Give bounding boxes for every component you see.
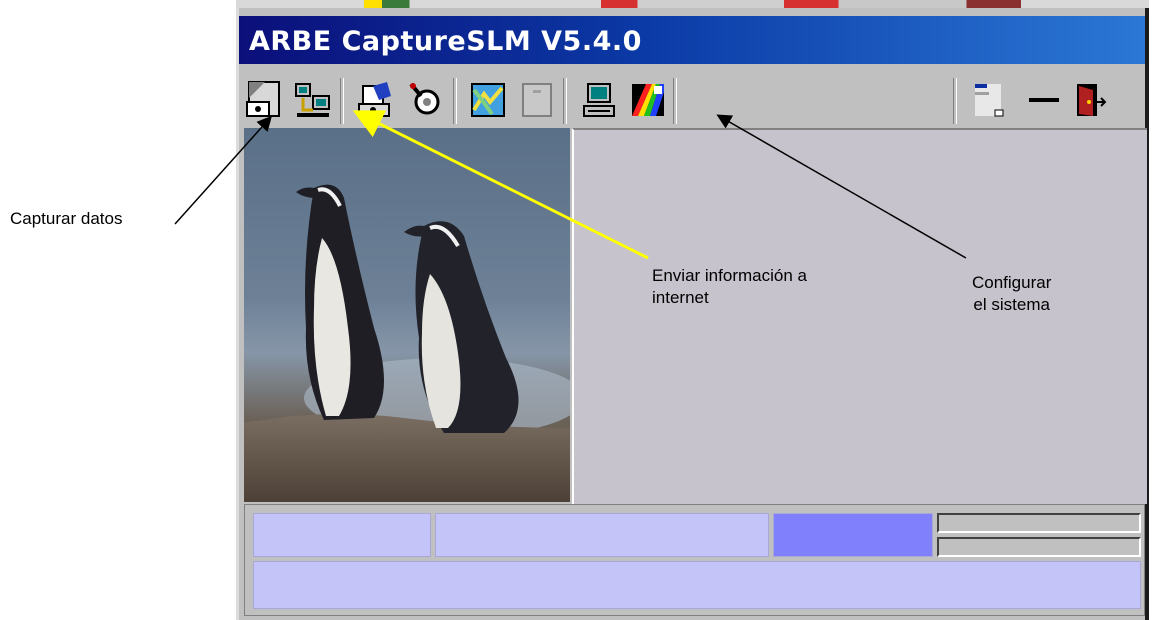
blank-page-button[interactable] xyxy=(515,78,559,122)
capture-data-annotation: Capturar datos xyxy=(10,209,123,228)
send-internet-icon xyxy=(295,83,330,117)
status-progress-2 xyxy=(937,537,1141,557)
desktop-background-strip xyxy=(236,0,1149,8)
toolbar-separator xyxy=(340,78,344,124)
status-message-bar xyxy=(253,561,1141,609)
send-internet-annotation-line2: internet xyxy=(652,288,709,307)
send-internet-annotation-line1: Enviar información a xyxy=(652,266,807,285)
map-icon xyxy=(471,83,505,117)
restore-window-button[interactable] xyxy=(969,78,1013,122)
exit-door-icon xyxy=(1077,84,1107,116)
status-panel xyxy=(244,504,1145,616)
toolbar-separator xyxy=(673,78,677,124)
exit-button[interactable] xyxy=(1067,78,1111,122)
minimize-icon xyxy=(1029,98,1059,102)
config-annotation-line2: el sistema xyxy=(973,295,1050,314)
blank-page-icon xyxy=(522,83,552,117)
status-progress-1 xyxy=(937,513,1141,533)
status-cell-1 xyxy=(253,513,431,557)
restore-window-icon xyxy=(975,84,1004,117)
capture-data-button[interactable] xyxy=(243,78,287,122)
send-internet-button[interactable] xyxy=(291,78,335,122)
map-button[interactable] xyxy=(466,78,510,122)
tools-icon xyxy=(409,82,440,115)
penguin-photo-drawing xyxy=(244,184,570,502)
document-camera-button[interactable] xyxy=(355,78,399,122)
minimize-button[interactable] xyxy=(1021,78,1065,122)
config-annotation: Configurar el sistema xyxy=(972,272,1051,316)
send-internet-annotation: Enviar información a internet xyxy=(652,265,807,309)
status-cell-2 xyxy=(435,513,769,557)
color-palette-icon xyxy=(632,84,664,116)
capture-data-icon xyxy=(246,81,280,117)
toolbar-separator xyxy=(563,78,567,124)
computer-config-icon xyxy=(583,83,615,117)
config-annotation-line1: Configurar xyxy=(972,273,1052,292)
document-camera-icon xyxy=(358,82,391,117)
penguin-image xyxy=(244,128,570,502)
color-palette-button[interactable] xyxy=(626,78,670,122)
computer-config-button[interactable] xyxy=(578,78,622,122)
content-pane xyxy=(572,128,1147,504)
toolbar xyxy=(239,72,1145,128)
toolbar-separator xyxy=(453,78,457,124)
window-title: ARBE CaptureSLM V5.4.0 xyxy=(249,26,642,57)
status-cell-highlight xyxy=(773,513,933,557)
title-bar[interactable]: ARBE CaptureSLM V5.4.0 xyxy=(239,16,1145,64)
toolbar-separator xyxy=(953,78,957,124)
tools-button[interactable] xyxy=(403,78,447,122)
